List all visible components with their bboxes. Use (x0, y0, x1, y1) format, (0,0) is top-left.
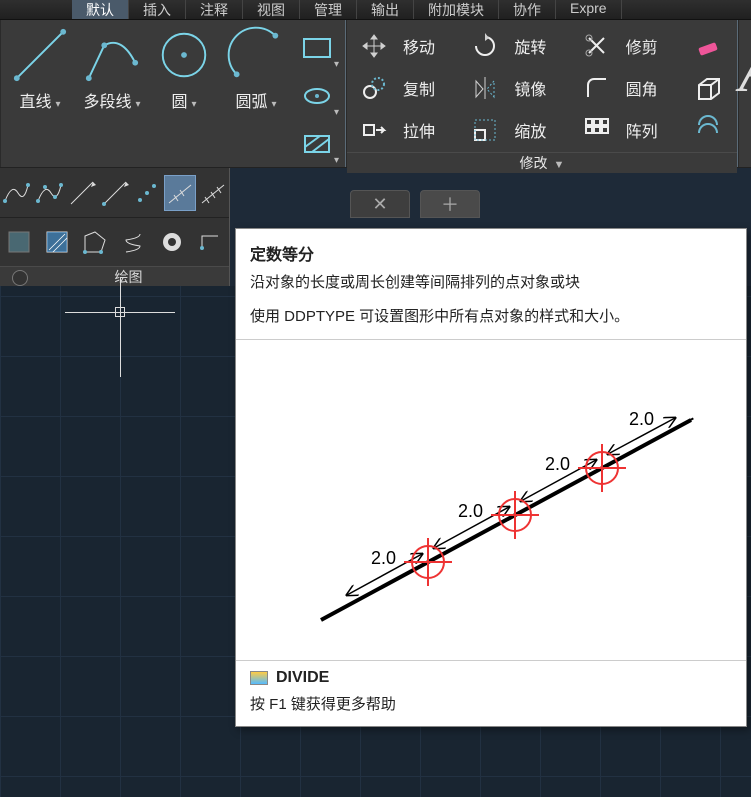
document-tabs: ✕ ＋ (350, 190, 480, 218)
trim-icon[interactable] (582, 31, 612, 61)
helix-icon[interactable] (115, 222, 153, 262)
polyline-label: 多段线 (83, 88, 140, 112)
eraser-icon[interactable] (693, 31, 723, 61)
stretch-label[interactable]: 拉伸 (403, 118, 462, 142)
tooltip-title: 定数等分 (236, 229, 746, 271)
rectangle-icon[interactable] (297, 28, 337, 68)
arc-button[interactable]: 圆弧 (225, 26, 287, 165)
tab-output[interactable]: 输出 (357, 0, 414, 19)
tooltip-help: 按 F1 键获得更多帮助 (236, 689, 746, 726)
tooltip-command: DIVIDE (276, 669, 329, 687)
scale-icon[interactable] (470, 115, 500, 145)
measure-icon[interactable] (197, 176, 228, 210)
command-icon (250, 671, 268, 685)
revcloud-icon[interactable] (191, 222, 229, 262)
boundary-icon[interactable] (76, 222, 114, 262)
tab-insert[interactable]: 插入 (129, 0, 186, 19)
status-dot-icon (12, 270, 28, 286)
circle-label: 圆 (171, 88, 196, 112)
draw-panel-title[interactable]: 绘图 (0, 266, 229, 288)
text-button[interactable]: A (739, 20, 751, 120)
doc-tab-close[interactable]: ✕ (350, 190, 410, 218)
copy-icon[interactable] (359, 73, 389, 103)
hatch-icon[interactable] (297, 124, 337, 164)
splinecv-icon[interactable] (34, 176, 65, 210)
move-label[interactable]: 移动 (403, 34, 462, 58)
box-icon[interactable] (693, 73, 723, 103)
circle-button[interactable]: 圆 (153, 26, 215, 165)
line-label: 直线 (19, 88, 60, 112)
divide-icon[interactable] (165, 176, 196, 210)
svg-text:2.0: 2.0 (458, 501, 483, 521)
tab-express[interactable]: Expre (556, 0, 622, 19)
polyline-button[interactable]: 多段线 (81, 26, 143, 165)
region-icon[interactable] (0, 222, 38, 262)
fillet-label[interactable]: 圆角 (626, 76, 685, 100)
mirror-icon[interactable] (470, 73, 500, 103)
tooltip-desc2: 使用 DDPTYPE 可设置图形中所有点对象的样式和大小。 (236, 305, 746, 339)
mirror-label[interactable]: 镜像 (514, 76, 573, 100)
tab-collab[interactable]: 协作 (499, 0, 556, 19)
xline-icon[interactable] (66, 176, 97, 210)
fillet-icon[interactable] (582, 73, 612, 103)
ray-icon[interactable] (99, 176, 130, 210)
trim-label[interactable]: 修剪 (626, 34, 685, 58)
rotate-icon[interactable] (470, 31, 500, 61)
arc-label: 圆弧 (235, 88, 276, 112)
spline-icon[interactable] (1, 176, 32, 210)
array-label[interactable]: 阵列 (626, 118, 685, 142)
svg-text:2.0: 2.0 (629, 409, 654, 429)
points-icon[interactable] (132, 176, 163, 210)
rotate-label[interactable]: 旋转 (514, 34, 573, 58)
ellipse-icon[interactable] (297, 76, 337, 116)
tooltip-panel: 定数等分 沿对象的长度或周长创建等间隔排列的点对象或块 使用 DDPTYPE 可… (235, 228, 747, 727)
tooltip-illustration: 2.0 2.0 2.0 2.0 (236, 340, 746, 660)
doc-tab-add[interactable]: ＋ (420, 190, 480, 218)
modify-panel-title[interactable]: 修改▼ (347, 152, 737, 173)
tab-default[interactable]: 默认 (72, 0, 129, 19)
tooltip-desc1: 沿对象的长度或周长创建等间隔排列的点对象或块 (236, 271, 746, 305)
svg-text:2.0: 2.0 (371, 548, 396, 568)
donut-icon[interactable] (153, 222, 191, 262)
tab-view[interactable]: 视图 (243, 0, 300, 19)
tab-addons[interactable]: 附加模块 (414, 0, 499, 19)
move-icon[interactable] (359, 31, 389, 61)
offset-icon[interactable] (693, 115, 723, 145)
gradient-icon[interactable] (38, 222, 76, 262)
text-label: 文 (739, 120, 751, 140)
tab-manage[interactable]: 管理 (300, 0, 357, 19)
line-button[interactable]: 直线 (9, 26, 71, 165)
copy-label[interactable]: 复制 (403, 76, 462, 100)
scale-label[interactable]: 缩放 (514, 118, 573, 142)
array-icon[interactable] (582, 115, 612, 145)
ribbon-tabbar: 默认 插入 注释 视图 管理 输出 附加模块 协作 Expre (0, 0, 751, 20)
tab-annotate[interactable]: 注释 (186, 0, 243, 19)
stretch-icon[interactable] (359, 115, 389, 145)
ribbon: 直线 多段线 圆 圆弧 移动 (0, 20, 751, 168)
svg-text:2.0: 2.0 (545, 454, 570, 474)
